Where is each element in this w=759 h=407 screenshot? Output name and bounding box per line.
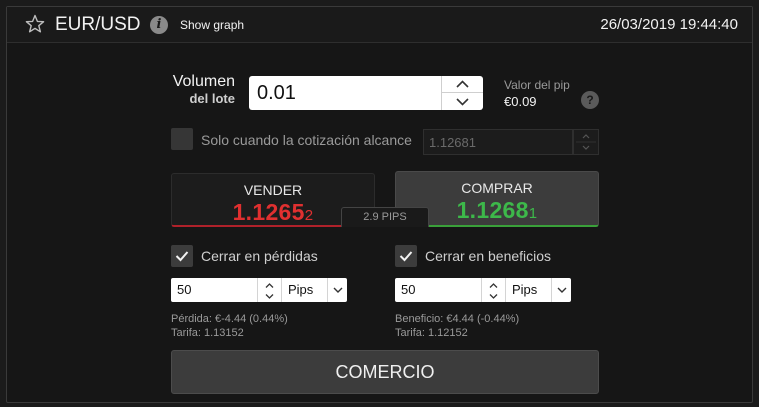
stop-loss-stepper	[257, 278, 281, 302]
stop-loss-info-rate: Tarifa: 1.13152	[171, 327, 244, 339]
chevron-down-icon	[551, 278, 571, 302]
chevron-down-icon	[327, 278, 347, 302]
chevron-down-icon	[265, 294, 274, 299]
stop-loss-label: Cerrar en pérdidas	[201, 248, 318, 264]
trade-panel-header: EUR/USD i Show graph 26/03/2019 19:44:40	[7, 7, 752, 43]
take-profit-unit-select[interactable]: Pips	[505, 278, 571, 302]
volume-increase-button[interactable]	[442, 76, 483, 93]
datetime: 26/03/2019 19:44:40	[600, 16, 738, 33]
volume-input[interactable]: 0.01	[249, 76, 441, 110]
spread-badge: 2.9 PIPS	[341, 207, 429, 227]
take-profit-info-profit: Beneficio: €4.44 (-0.44%)	[395, 313, 520, 325]
stop-loss-checkbox[interactable]	[171, 245, 193, 267]
volume-decrease-button[interactable]	[442, 93, 483, 110]
chevron-up-icon	[456, 80, 469, 88]
stop-loss-increase-button[interactable]	[258, 278, 281, 290]
take-profit-unit: Pips	[512, 282, 538, 297]
info-icon[interactable]: i	[150, 16, 168, 34]
take-profit-label: Cerrar en beneficios	[425, 248, 552, 264]
take-profit-stepper	[481, 278, 505, 302]
buy-price-last-digit: 1	[528, 205, 538, 222]
volume-label: Volumen del lote	[169, 73, 235, 107]
checkmark-icon	[399, 251, 413, 262]
take-profit-increase-button[interactable]	[482, 278, 505, 290]
limit-checkbox[interactable]	[171, 128, 193, 150]
pip-value: €0.09	[504, 94, 537, 109]
help-icon[interactable]: ?	[581, 91, 599, 109]
take-profit-info-rate: Tarifa: 1.12152	[395, 327, 468, 339]
volume-label-line2: del lote	[189, 91, 235, 106]
take-profit-checkbox[interactable]	[395, 245, 417, 267]
trade-button[interactable]: COMERCIO	[171, 350, 599, 394]
stop-loss-unit: Pips	[288, 282, 314, 297]
show-graph-link[interactable]: Show graph	[180, 18, 244, 32]
take-profit-decrease-button[interactable]	[482, 290, 505, 302]
chevron-down-icon	[489, 294, 498, 299]
stop-loss-unit-select[interactable]: Pips	[281, 278, 347, 302]
sell-price-main: 1.1265	[232, 199, 305, 225]
take-profit-input[interactable]: 50	[395, 278, 481, 302]
instrument-name: EUR/USD	[55, 14, 141, 35]
limit-label: Solo cuando la cotización alcance	[201, 132, 412, 148]
sell-label: VENDER	[243, 182, 303, 198]
buy-label: COMPRAR	[461, 180, 533, 196]
volume-label-line1: Volumen	[172, 73, 235, 90]
stepper-arrows-icon	[576, 134, 596, 150]
trade-panel: EUR/USD i Show graph 26/03/2019 19:44:40…	[6, 6, 753, 403]
star-icon[interactable]	[25, 14, 45, 34]
sell-price-last-digit: 2	[304, 207, 314, 224]
pip-value-label: Valor del pip	[504, 78, 570, 92]
limit-price-stepper[interactable]	[573, 129, 599, 155]
stop-loss-info-loss: Pérdida: €-4.44 (0.44%)	[171, 313, 288, 325]
stop-loss-decrease-button[interactable]	[258, 290, 281, 302]
checkmark-icon	[175, 251, 189, 262]
chevron-down-icon	[456, 98, 469, 106]
stop-loss-input[interactable]: 50	[171, 278, 257, 302]
volume-stepper	[441, 76, 483, 110]
limit-price-input[interactable]: 1.12681	[423, 129, 573, 155]
buy-price-main: 1.1268	[456, 197, 529, 223]
